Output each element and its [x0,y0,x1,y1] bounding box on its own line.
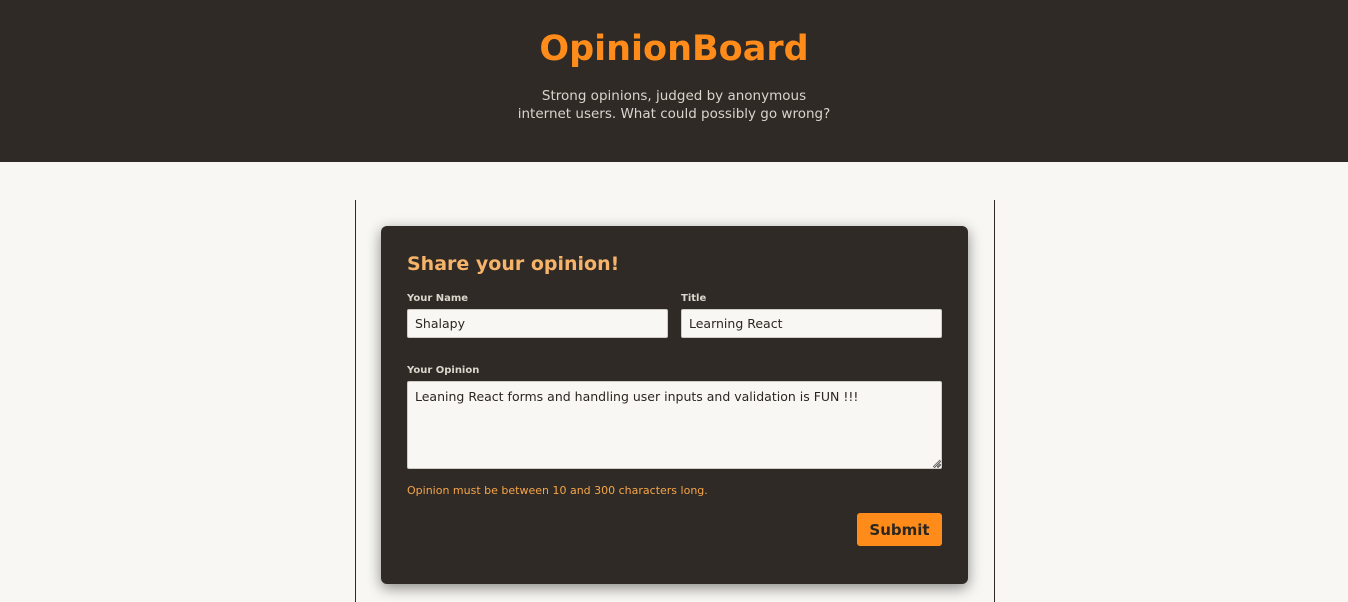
opinion-error-message: Opinion must be between 10 and 300 chara… [407,484,708,497]
brand-title: OpinionBoard [539,29,809,69]
form-title: Share your opinion! [407,253,620,275]
title-input[interactable] [681,309,942,338]
submit-button[interactable]: Submit [857,513,942,546]
site-header: OpinionBoard Strong opinions, judged by … [0,0,1348,162]
name-input[interactable] [407,309,668,338]
opinion-textarea[interactable]: Leaning React forms and handling user in… [407,381,942,469]
title-label: Title [681,293,707,304]
name-label: Your Name [407,293,469,304]
opinion-form: Share your opinion! Your Name Title Your… [381,226,968,584]
tagline: Strong opinions, judged by anonymous int… [517,88,831,122]
opinion-label: Your Opinion [407,365,480,376]
